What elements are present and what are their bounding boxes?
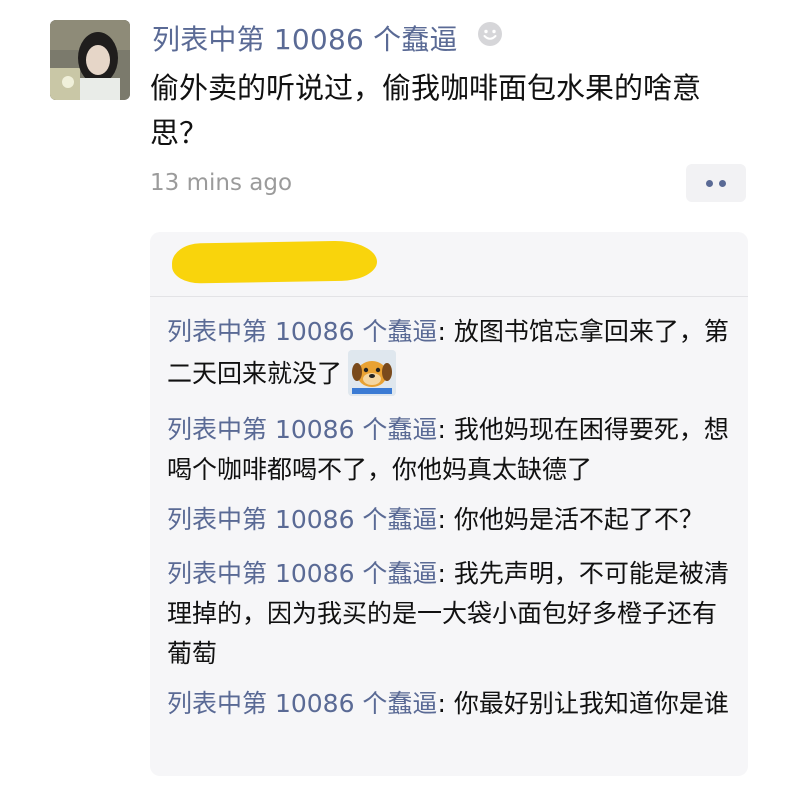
comment-text: 你最好别让我知道你是谁 xyxy=(453,689,729,718)
post-timestamp: 13 mins ago xyxy=(150,170,293,196)
comment-author[interactable]: 列表中第 10086 个蠢逼 xyxy=(167,505,437,534)
likes-row xyxy=(150,232,748,296)
comment-item[interactable]: 列表中第 10086 个蠢逼: 放图书馆忘拿回来了，第二天回来就没了 xyxy=(167,312,737,398)
comment-separator: : xyxy=(437,559,454,588)
avatar[interactable] xyxy=(50,20,130,100)
poster-name-text[interactable]: 列表中第 10086 个蠢逼 xyxy=(152,23,458,56)
comment-text: 你他妈是活不起了不？ xyxy=(453,505,704,534)
dog-sticker-icon[interactable] xyxy=(348,350,397,396)
smile-icon xyxy=(477,18,503,58)
comment-author[interactable]: 列表中第 10086 个蠢逼 xyxy=(167,559,437,588)
comment-separator: : xyxy=(437,317,454,346)
comment-separator: : xyxy=(437,689,454,718)
comment-separator: : xyxy=(437,415,454,444)
comment-author[interactable]: 列表中第 10086 个蠢逼 xyxy=(167,415,437,444)
comment-separator: : xyxy=(437,505,454,534)
comment-author[interactable]: 列表中第 10086 个蠢逼 xyxy=(167,317,437,346)
more-dots-icon[interactable] xyxy=(686,164,746,202)
comment-item[interactable]: 列表中第 10086 个蠢逼: 你最好别让我知道你是谁 xyxy=(167,684,737,724)
comment-item[interactable]: 列表中第 10086 个蠢逼: 我他妈现在困得要死，想喝个咖啡都喝不了，你他妈真… xyxy=(167,410,737,490)
post-text: 偷外卖的听说过，偷我咖啡面包水果的啥意思？ xyxy=(150,71,702,150)
comment-author[interactable]: 列表中第 10086 个蠢逼 xyxy=(167,689,437,718)
poster-name[interactable]: 列表中第 10086 个蠢逼 xyxy=(152,20,503,61)
avatar-photo-icon xyxy=(50,20,130,100)
divider xyxy=(150,296,748,297)
comment-section: 列表中第 10086 个蠢逼: 放图书馆忘拿回来了，第二天回来就没了 列表中第 … xyxy=(150,232,748,776)
comment-item[interactable]: 列表中第 10086 个蠢逼: 我先声明，不可能是被清理掉的，因为我买的是一大袋… xyxy=(167,554,737,674)
comment-item[interactable]: 列表中第 10086 个蠢逼: 你他妈是活不起了不？ xyxy=(167,500,737,540)
redaction-mark xyxy=(171,240,378,284)
